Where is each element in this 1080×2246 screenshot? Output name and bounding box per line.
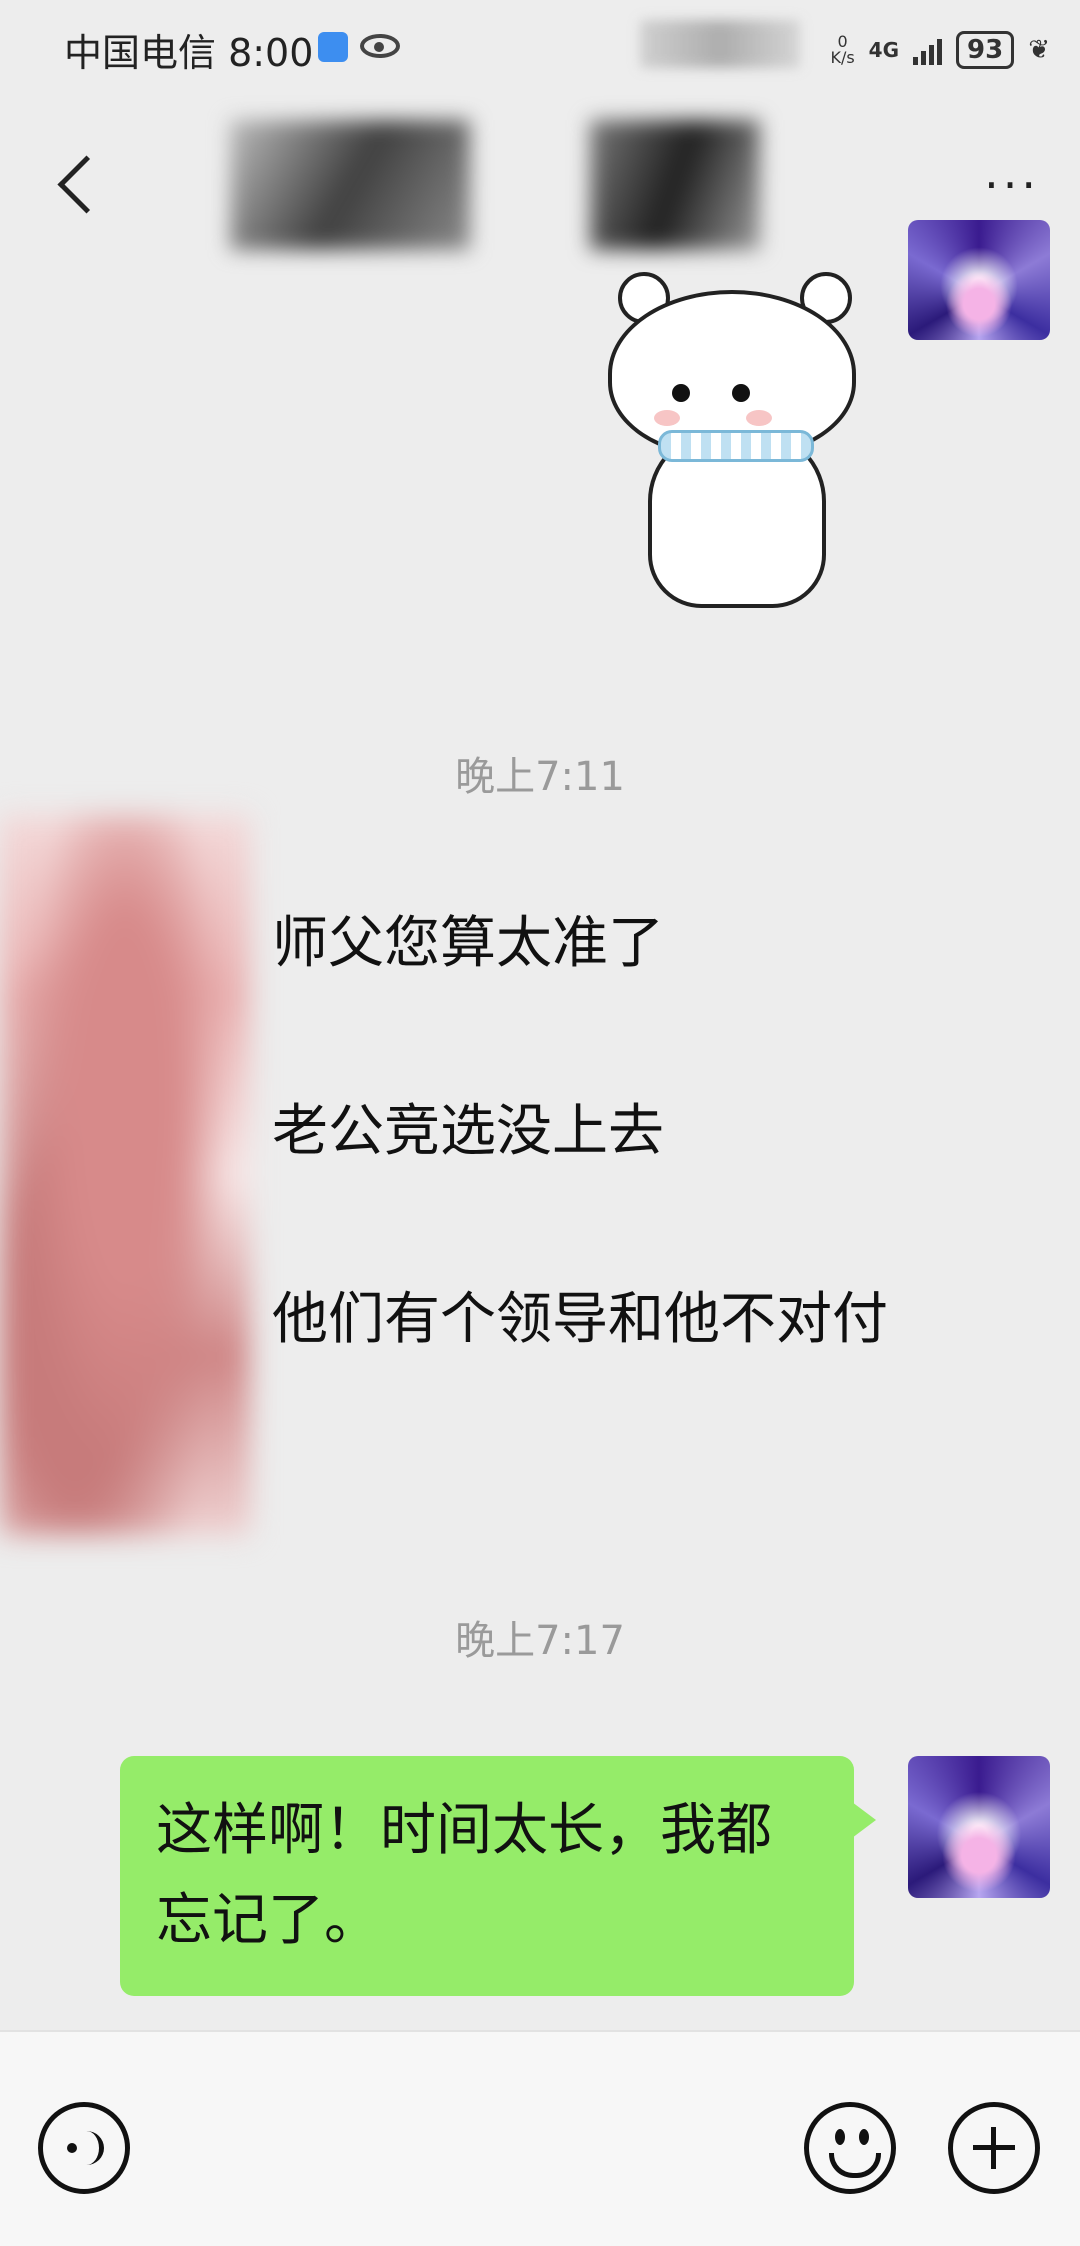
input-bar: [0, 2030, 1080, 2246]
bear-cheek: [654, 410, 680, 426]
eye-icon: [360, 34, 400, 58]
plus-icon[interactable]: [948, 2102, 1040, 2194]
signal-icon: [913, 35, 943, 65]
incoming-message[interactable]: 师父您算太准了 老公竞选没上去 他们有个领导和他不对付: [272, 910, 992, 1354]
redacted-chat-title: [230, 120, 470, 250]
network-type: 4G: [868, 38, 900, 62]
carrier-time: 中国电信 8:00: [64, 31, 314, 75]
message-list: 晚上7:11 师父您算太准了 老公竞选没上去 他们有个领导和他不对付 晚上7:1…: [0, 220, 1080, 2030]
battery-level: 93: [956, 31, 1015, 69]
network-speed-unit: K/s: [830, 48, 855, 67]
emoji-icon[interactable]: [804, 2102, 896, 2194]
incoming-line: 师父您算太准了: [272, 911, 664, 976]
bear-sticker[interactable]: [590, 270, 870, 630]
notification-app-icon: [318, 32, 348, 62]
message-timestamp: 晚上7:17: [455, 1618, 625, 1664]
bear-scarf: [658, 430, 814, 462]
contact-avatar-redacted[interactable]: [0, 815, 250, 1535]
redacted-status-icons: [640, 20, 800, 68]
voice-icon[interactable]: [38, 2102, 130, 2194]
bear-eye: [732, 384, 750, 402]
outgoing-message-text: 这样啊！时间太长，我都忘记了。: [156, 1798, 772, 1953]
status-bar: 中国电信 8:00 0 K/s 4G 93 ❦: [0, 0, 1080, 100]
status-indicators: 0 K/s 4G 93 ❦: [830, 30, 1050, 70]
bear-eye: [672, 384, 690, 402]
network-speed: 0 K/s: [830, 34, 854, 66]
outgoing-message-bubble[interactable]: 这样啊！时间太长，我都忘记了。: [120, 1756, 876, 1996]
redacted-chat-title-part: [590, 120, 760, 250]
incoming-line: 他们有个领导和他不对付: [272, 1287, 888, 1352]
my-avatar[interactable]: [908, 220, 1050, 340]
my-avatar[interactable]: [908, 1756, 1050, 1898]
leaf-icon: ❦: [1028, 35, 1050, 65]
bear-cheek: [746, 410, 772, 426]
incoming-line: 老公竞选没上去: [272, 1099, 664, 1164]
more-options-button[interactable]: ···: [984, 162, 1040, 208]
message-timestamp: 晚上7:11: [455, 754, 625, 800]
back-chevron-icon[interactable]: [48, 152, 108, 222]
